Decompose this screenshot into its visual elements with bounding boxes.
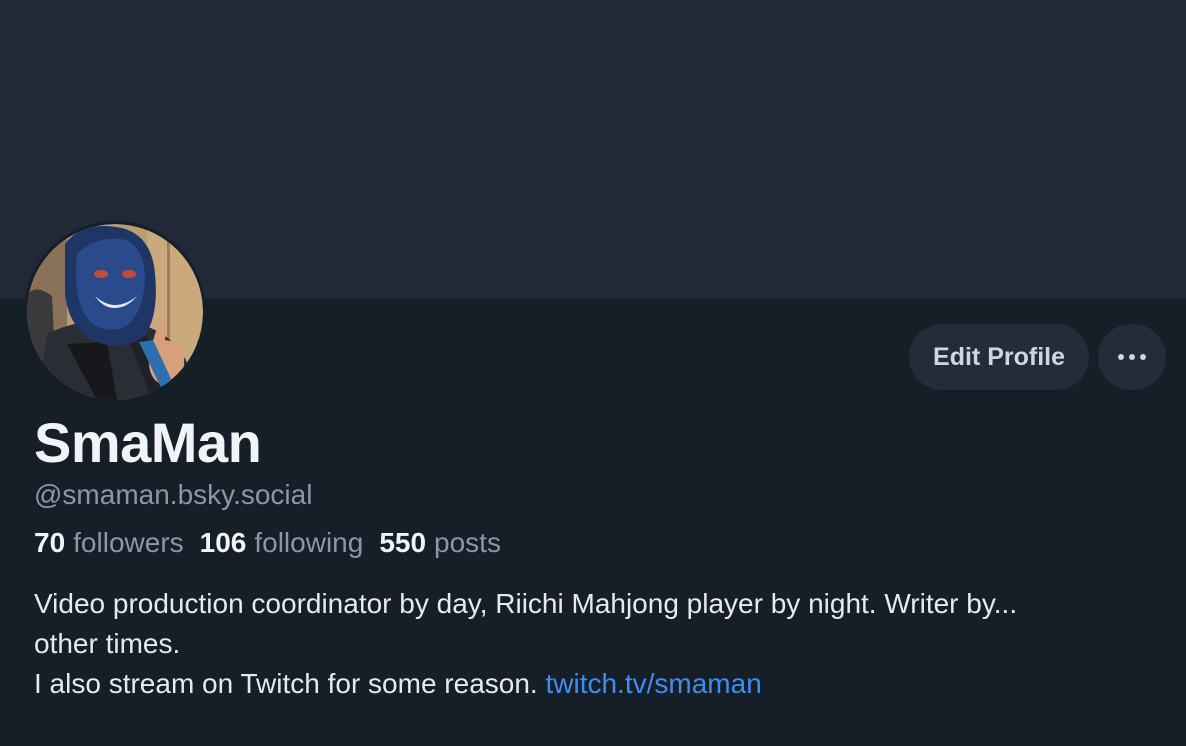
handle[interactable]: @smaman.bsky.social bbox=[34, 478, 1162, 512]
followers-stat[interactable]: 70 followers bbox=[34, 526, 184, 560]
bio-line-3-text: I also stream on Twitch for some reason. bbox=[34, 668, 546, 699]
profile-page: Edit Profile SmaMan @smaman.bsky.social … bbox=[0, 0, 1186, 746]
profile-info: SmaMan @smaman.bsky.social 70 followers 1… bbox=[34, 408, 1162, 704]
bio-line-2: other times. bbox=[34, 628, 181, 659]
profile-stats: 70 followers 106 following 550 posts bbox=[34, 526, 1162, 560]
profile-bio: Video production coordinator by day, Rii… bbox=[34, 584, 1162, 704]
avatar[interactable] bbox=[24, 221, 206, 403]
edit-profile-button[interactable]: Edit Profile bbox=[909, 324, 1089, 390]
bio-line-1: Video production coordinator by day, Rii… bbox=[34, 588, 1018, 619]
followers-count: 70 bbox=[34, 527, 66, 558]
ellipsis-icon bbox=[1118, 354, 1146, 360]
following-label: following bbox=[254, 527, 364, 558]
bio-line-3: I also stream on Twitch for some reason.… bbox=[34, 664, 1162, 704]
more-options-button[interactable] bbox=[1098, 324, 1166, 390]
display-name: SmaMan bbox=[34, 411, 262, 474]
followers-label: followers bbox=[73, 527, 184, 558]
avatar-image bbox=[27, 224, 203, 400]
posts-label: posts bbox=[434, 527, 501, 558]
posts-stat: 550 posts bbox=[379, 526, 501, 560]
following-count: 106 bbox=[199, 527, 247, 558]
posts-count: 550 bbox=[379, 527, 427, 558]
following-stat[interactable]: 106 following bbox=[200, 526, 364, 560]
twitch-link[interactable]: twitch.tv/smaman bbox=[545, 668, 761, 699]
profile-actions: Edit Profile bbox=[909, 324, 1166, 390]
